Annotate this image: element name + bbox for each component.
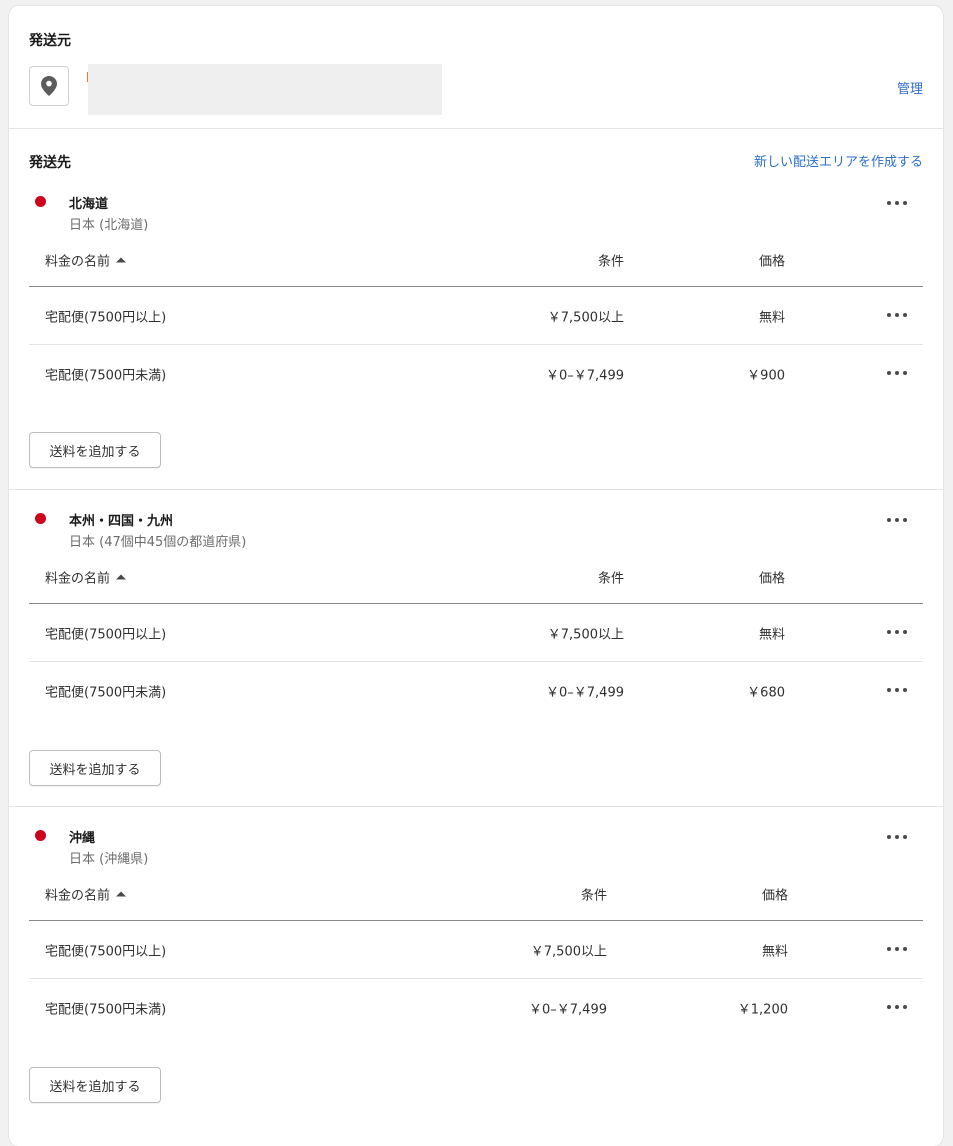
table-row: 宅配便(7500円以上) ￥7,500以上 無料 [29,921,923,979]
zone-status-dot [35,513,46,524]
zone-name: 本州・四国・九州 [69,514,174,529]
header-price: 価格 [758,571,785,587]
rate-price: 無料 [761,944,788,959]
redacted-address [88,64,442,115]
zone-name: 北海道 [69,197,109,212]
add-rate-button[interactable]: 送料を追加する [29,1067,161,1103]
rate-name: 宅配便(7500円以上) [45,944,167,959]
create-zone-link[interactable]: 新しい配送エリアを作成する [754,151,923,170]
rate-condition: ￥7,500以上 [530,944,607,959]
rate-name: 宅配便(7500円未満) [45,368,167,383]
shipping-zone: 本州・四国・九州 日本 (47個中45個の都道府県) 料金の名前 条件 価格 宅… [9,490,943,807]
rates-table: 料金の名前 条件 価格 宅配便(7500円以上) ￥7,500以上 無料 宅配便… [29,551,923,719]
rate-more-icon[interactable] [887,368,907,378]
rate-condition: ￥7,500以上 [547,627,624,642]
rate-condition: ￥0–￥7,499 [546,368,624,383]
header-condition: 条件 [580,888,607,904]
rate-name: 宅配便(7500円以上) [45,627,167,642]
table-row: 宅配便(7500円未満) ￥0–￥7,499 ￥900 [29,345,923,402]
rate-condition: ￥0–￥7,499 [529,1002,607,1017]
rate-price: 無料 [758,627,785,642]
add-rate-button[interactable]: 送料を追加する [29,432,161,468]
header-name[interactable]: 料金の名前 [45,885,127,904]
zone-status-dot [35,830,46,841]
zone-more-icon[interactable] [887,515,907,525]
rate-condition: ￥0–￥7,499 [546,685,624,700]
table-row: 宅配便(7500円以上) ￥7,500以上 無料 [29,604,923,662]
shipping-card: 発送元 管理 発送先 新しい配送エリアを作成する 北海道 日本 (北海道) 料金… [9,6,943,1146]
rate-more-icon[interactable] [887,1002,907,1012]
header-condition: 条件 [597,254,624,270]
destination-header: 発送先 新しい配送エリアを作成する [9,129,943,177]
map-pin-icon [41,76,57,96]
zone-status-dot [35,196,46,207]
rate-more-icon[interactable] [887,310,907,320]
table-row: 宅配便(7500円以上) ￥7,500以上 無料 [29,287,923,345]
rates-table: 料金の名前 条件 価格 宅配便(7500円以上) ￥7,500以上 無料 宅配便… [29,868,923,1036]
destination-title: 発送先 [29,155,71,171]
manage-link[interactable]: 管理 [897,78,923,97]
zone-name: 沖縄 [69,831,96,846]
rate-price: ￥900 [747,368,785,383]
header-condition: 条件 [597,571,624,587]
location-icon-box [29,66,69,106]
rate-more-icon[interactable] [887,627,907,637]
rate-price: ￥1,200 [737,1002,788,1017]
sort-ascending-icon [116,574,127,580]
rates-table: 料金の名前 条件 価格 宅配便(7500円以上) ￥7,500以上 無料 宅配便… [29,234,923,402]
sort-ascending-icon [116,891,127,897]
rate-more-icon[interactable] [887,944,907,954]
zone-subtitle: 日本 (北海道) [69,218,149,233]
add-rate-button[interactable]: 送料を追加する [29,750,161,786]
shipping-zone: 沖縄 日本 (沖縄県) 料金の名前 条件 価格 宅配便(7500円以上) ￥7,… [9,807,943,1137]
rate-name: 宅配便(7500円未満) [45,1002,167,1017]
sort-ascending-icon [116,257,127,263]
rate-more-icon[interactable] [887,685,907,695]
table-row: 宅配便(7500円未満) ￥0–￥7,499 ￥680 [29,662,923,719]
table-header: 料金の名前 条件 価格 [29,868,923,921]
rate-name: 宅配便(7500円未満) [45,685,167,700]
header-name[interactable]: 料金の名前 [45,568,127,587]
rate-condition: ￥7,500以上 [547,310,624,325]
zone-subtitle: 日本 (沖縄県) [69,852,149,867]
table-header: 料金の名前 条件 価格 [29,551,923,604]
rate-name: 宅配便(7500円以上) [45,310,167,325]
header-name[interactable]: 料金の名前 [45,251,127,270]
zone-more-icon[interactable] [887,198,907,208]
zone-more-icon[interactable] [887,832,907,842]
origin-title: 発送元 [29,33,71,49]
header-price: 価格 [761,888,788,904]
zone-subtitle: 日本 (47個中45個の都道府県) [69,535,247,550]
rate-price: ￥680 [747,685,785,700]
table-header: 料金の名前 条件 価格 [29,234,923,287]
shipping-zone: 北海道 日本 (北海道) 料金の名前 条件 価格 宅配便(7500円以上) ￥7… [9,177,943,490]
table-row: 宅配便(7500円未満) ￥0–￥7,499 ￥1,200 [29,979,923,1036]
rate-price: 無料 [758,310,785,325]
header-price: 価格 [758,254,785,270]
origin-section: 発送元 管理 [9,6,943,129]
